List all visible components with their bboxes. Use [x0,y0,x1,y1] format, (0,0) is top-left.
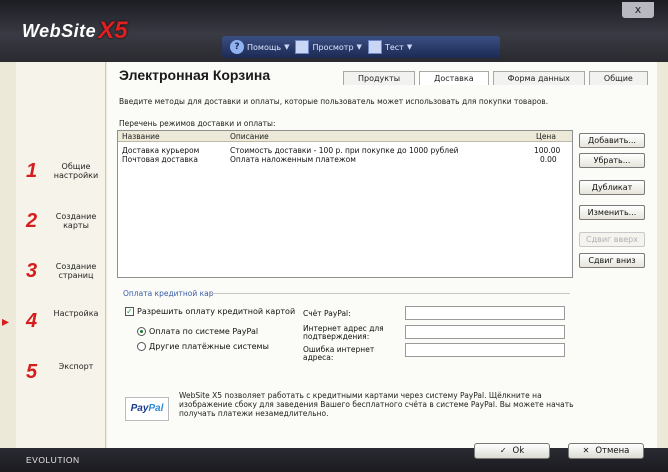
table-header: Название Описание Цена [118,131,572,142]
move-up-button[interactable]: Сдвиг вверх [579,232,645,247]
radio-other-label: Другие платёжные системы [149,342,269,351]
test-icon [367,40,382,54]
row-name: Почтовая доставка [122,155,198,164]
section-divider [210,293,570,294]
close-button[interactable]: x [622,2,654,18]
move-down-button[interactable]: Сдвиг вниз [579,253,645,268]
confirm-url-input[interactable] [405,325,565,339]
app-window: WebSite X5 x ? Помощь ▼ Просмотр ▼ Тест … [0,0,668,472]
column-header-name[interactable]: Название [122,132,160,141]
preview-icon [295,40,310,54]
chevron-down-icon: ▼ [284,43,290,51]
tab-products[interactable]: Продукты [343,71,416,85]
close-icon: ✕ [582,446,590,455]
error-url-label: Ошибка интернет адреса: [303,345,375,362]
delivery-methods-table: Название Описание Цена Доставка курьером… [117,130,573,278]
add-button[interactable]: Добавить... [579,133,645,148]
step-number: 4 [26,310,38,332]
ok-label: Ok [512,446,525,456]
chevron-down-icon: ▼ [406,43,413,51]
step-label: Общие настройки [53,162,99,180]
paypal-logo[interactable]: PayPal [125,397,169,421]
step-label: Создание карты [55,212,97,230]
help-button[interactable]: ? Помощь ▼ [230,40,289,54]
tab-delivery[interactable]: Доставка [419,71,489,85]
steps-sidebar: 1 Общие настройки 2 Создание карты 3 Соз… [2,62,106,448]
radio-paypal-label: Оплата по системе PayPal [149,327,259,336]
step-number: 5 [26,361,38,383]
current-step-arrow-icon: ▸ [2,314,10,330]
top-toolbar: ? Помощь ▼ Просмотр ▼ Тест ▼ [222,36,500,58]
duplicate-button[interactable]: Дубликат [579,180,645,195]
step-export[interactable]: 5 Экспорт [16,357,106,397]
step-number: 1 [26,160,38,182]
radio-unselected-icon [137,342,146,351]
step-create-map[interactable]: 2 Создание карты [16,206,106,246]
paypal-info-text: WebSite X5 позволяет работать с кредитны… [179,391,574,418]
edition-label: EVOLUTION [26,455,80,465]
list-label: Перечень режимов доставки и оплаты: [119,119,276,128]
tab-bar: Продукты Доставка Форма данных Общие [343,71,648,85]
step-create-pages[interactable]: 3 Создание страниц [16,256,106,296]
step-settings[interactable]: ▸ 4 Настройка [2,306,106,346]
step-number: 2 [26,210,38,232]
radio-other-systems[interactable]: Другие платёжные системы [137,342,269,351]
page-title: Электронная Корзина [119,67,271,83]
allow-credit-card-label: Разрешить оплату кредитной картой [137,307,296,316]
edit-button[interactable]: Изменить... [579,205,645,220]
cancel-label: Отмена [595,446,630,456]
chevron-down-icon: ▼ [356,43,362,51]
logo-text: WebSite [22,20,97,41]
app-logo: WebSite X5 [22,14,128,48]
title-bar: WebSite X5 x ? Помощь ▼ Просмотр ▼ Тест … [0,0,668,62]
column-header-description[interactable]: Описание [230,132,269,141]
credit-section-label: Оплата кредитной кар [123,289,214,298]
step-number: 3 [26,260,38,282]
cancel-button[interactable]: ✕ Отмена [568,443,644,459]
error-url-input[interactable] [405,343,565,357]
preview-label: Просмотр [312,42,354,52]
logo-version: X5 [98,17,128,44]
main-panel: Электронная Корзина Продукты Доставка Фо… [107,62,657,448]
row-price: 0.00 [540,155,557,164]
table-row[interactable]: Почтовая доставка Оплата наложенным плат… [118,154,572,164]
paypal-account-label: Счёт PayPal: [303,309,351,318]
ok-button[interactable]: ✓ Ok [474,443,550,459]
checkmark-icon: ✓ [499,446,507,455]
help-label: Помощь [247,42,282,52]
tab-general[interactable]: Общие [588,71,648,85]
confirm-url-label: Интернет адрес для подтверждения: [303,324,384,341]
tab-form-data[interactable]: Форма данных [492,71,585,85]
step-label: Создание страниц [55,262,97,280]
step-label: Настройка [53,309,99,318]
test-label: Тест [384,42,404,52]
help-icon: ? [230,40,244,54]
paypal-account-input[interactable] [405,306,565,320]
step-label: Экспорт [58,362,94,371]
table-row[interactable]: Доставка курьером Стоимость доставки - 1… [118,145,572,155]
preview-button[interactable]: Просмотр ▼ [295,40,362,54]
radio-paypal[interactable]: Оплата по системе PayPal [137,327,258,336]
column-header-price[interactable]: Цена [536,132,556,141]
radio-selected-icon [137,327,146,336]
row-description: Оплата наложенным платежом [230,155,356,164]
step-general-settings[interactable]: 1 Общие настройки [16,156,106,196]
page-description: Введите методы для доставки и оплаты, ко… [119,97,549,106]
remove-button[interactable]: Убрать... [579,153,645,168]
checkbox-checked-icon: ✓ [125,307,134,316]
test-button[interactable]: Тест ▼ [367,40,413,54]
allow-credit-card-checkbox[interactable]: ✓ Разрешить оплату кредитной картой [125,307,295,316]
